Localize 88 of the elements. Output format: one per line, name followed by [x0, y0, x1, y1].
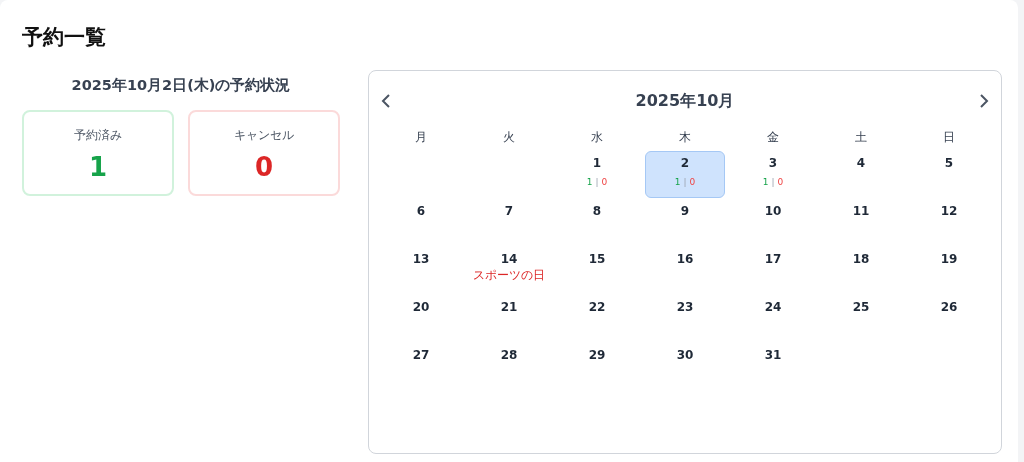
day-cell[interactable]: 11 — [821, 199, 901, 246]
day-number: 29 — [588, 347, 606, 363]
day-cell[interactable]: 21 — [469, 295, 549, 342]
count-separator: | — [683, 176, 687, 188]
weekday-label: 金 — [767, 129, 779, 146]
weekday-label: 水 — [591, 129, 603, 146]
stat-value: 0 — [254, 151, 274, 184]
chevron-right-icon[interactable] — [979, 93, 989, 109]
day-cell[interactable]: 23 — [645, 295, 725, 342]
day-number: 20 — [412, 299, 430, 315]
count-separator: | — [771, 176, 775, 188]
day-cell[interactable]: 14 スポーツの日 — [469, 247, 549, 294]
day-number: 1 — [592, 155, 602, 171]
day-cell[interactable]: 18 — [821, 247, 901, 294]
summary-heading: 2025年10月2日(木)の予約状況 — [71, 76, 291, 95]
day-number: 4 — [856, 155, 866, 171]
day-number: 3 — [768, 155, 778, 171]
day-cell[interactable]: 20 — [381, 295, 461, 342]
day-number: 9 — [680, 203, 690, 219]
day-cell[interactable]: 24 — [733, 295, 813, 342]
day-number: 10 — [764, 203, 782, 219]
day-number: 14 — [500, 251, 518, 267]
day-cell[interactable]: 7 — [469, 199, 549, 246]
day-cell[interactable]: 17 — [733, 247, 813, 294]
day-number: 12 — [940, 203, 958, 219]
weekday-label: 火 — [503, 129, 515, 146]
booked-count: 1 — [674, 176, 681, 188]
day-number: 30 — [676, 347, 694, 363]
day-cell[interactable]: 22 — [557, 295, 637, 342]
day-number: 7 — [504, 203, 514, 219]
day-cell[interactable]: 26 — [909, 295, 989, 342]
stat-value: 1 — [88, 151, 108, 184]
day-cell[interactable]: 31 — [733, 343, 813, 390]
booked-count: 1 — [586, 176, 593, 188]
weekday-label: 月 — [415, 129, 427, 146]
stat-label: 予約済み — [74, 127, 122, 144]
day-cell[interactable]: 25 — [821, 295, 901, 342]
holiday-label: スポーツの日 — [473, 267, 545, 283]
day-number: 5 — [944, 155, 954, 171]
cancelled-count: 0 — [777, 176, 784, 188]
day-number: 18 — [852, 251, 870, 267]
day-number: 28 — [500, 347, 518, 363]
day-cell[interactable]: 28 — [469, 343, 549, 390]
day-number: 16 — [676, 251, 694, 267]
day-number: 25 — [852, 299, 870, 315]
count-separator: | — [595, 176, 599, 188]
day-number: 19 — [940, 251, 958, 267]
day-cell[interactable]: 3 1 | 0 — [733, 151, 813, 198]
day-number: 2 — [680, 155, 690, 171]
cancelled-count: 0 — [689, 176, 696, 188]
day-number: 26 — [940, 299, 958, 315]
weekday-label: 土 — [855, 129, 867, 146]
day-cell[interactable]: 27 — [381, 343, 461, 390]
day-number: 31 — [764, 347, 782, 363]
day-cell[interactable]: 15 — [557, 247, 637, 294]
day-number: 27 — [412, 347, 430, 363]
day-number: 23 — [676, 299, 694, 315]
weekday-label: 木 — [679, 129, 691, 146]
day-number: 11 — [852, 203, 870, 219]
day-number: 8 — [592, 203, 602, 219]
day-cell[interactable]: 9 — [645, 199, 725, 246]
booked-count: 1 — [762, 176, 769, 188]
day-cell[interactable]: 6 — [381, 199, 461, 246]
day-number: 22 — [588, 299, 606, 315]
day-cell[interactable]: 10 — [733, 199, 813, 246]
page-title: 予約一覧 — [22, 24, 106, 51]
day-cell[interactable]: 16 — [645, 247, 725, 294]
day-cell[interactable]: 8 — [557, 199, 637, 246]
day-number: 13 — [412, 251, 430, 267]
day-number: 24 — [764, 299, 782, 315]
day-cell[interactable]: 1 1 | 0 — [557, 151, 637, 198]
day-cell[interactable]: 13 — [381, 247, 461, 294]
day-cell[interactable]: 30 — [645, 343, 725, 390]
day-cell[interactable]: 5 — [909, 151, 989, 198]
stat-label: キャンセル — [234, 127, 294, 144]
day-cell[interactable]: 2 1 | 0 — [645, 151, 725, 198]
month-title: 2025年10月 — [635, 90, 735, 112]
chevron-left-icon[interactable] — [381, 93, 391, 109]
day-number: 21 — [500, 299, 518, 315]
weekday-label: 日 — [943, 129, 955, 146]
day-cell[interactable]: 29 — [557, 343, 637, 390]
day-cell[interactable]: 12 — [909, 199, 989, 246]
day-cell[interactable]: 4 — [821, 151, 901, 198]
cancelled-count: 0 — [601, 176, 608, 188]
day-number: 17 — [764, 251, 782, 267]
day-cell[interactable]: 19 — [909, 247, 989, 294]
day-number: 6 — [416, 203, 426, 219]
day-number: 15 — [588, 251, 606, 267]
